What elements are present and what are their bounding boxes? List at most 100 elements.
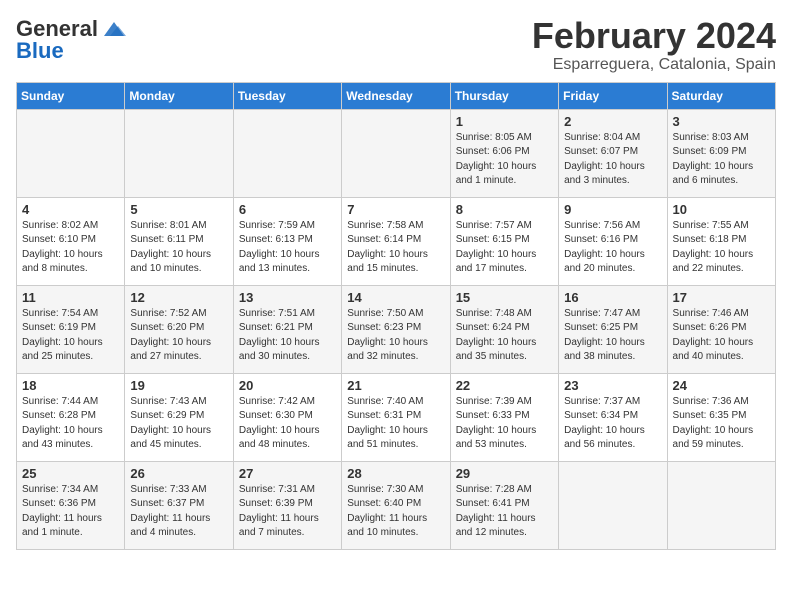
header-friday: Friday (559, 82, 667, 109)
day-info: Sunrise: 7:33 AM Sunset: 6:37 PM Dayligh… (130, 483, 227, 541)
day-info: Sunrise: 8:04 AM Sunset: 6:07 PM Dayligh… (564, 131, 661, 189)
day-info: Sunrise: 7:46 AM Sunset: 6:26 PM Dayligh… (673, 307, 770, 365)
calendar-cell: 13 Sunrise: 7:51 AM Sunset: 6:21 PM Dayli… (233, 285, 341, 373)
day-info: Sunrise: 7:57 AM Sunset: 6:15 PM Dayligh… (456, 219, 553, 277)
day-number: 24 (673, 378, 770, 393)
calendar-cell: 3 Sunrise: 8:03 AM Sunset: 6:09 PM Daylig… (667, 109, 775, 197)
day-info: Sunrise: 7:28 AM Sunset: 6:41 PM Dayligh… (456, 483, 553, 541)
calendar-week-row: 25 Sunrise: 7:34 AM Sunset: 6:36 PM Dayli… (17, 461, 776, 549)
day-number: 6 (239, 202, 336, 217)
day-info: Sunrise: 7:56 AM Sunset: 6:16 PM Dayligh… (564, 219, 661, 277)
day-number: 10 (673, 202, 770, 217)
header-thursday: Thursday (450, 82, 558, 109)
calendar-week-row: 11 Sunrise: 7:54 AM Sunset: 6:19 PM Dayli… (17, 285, 776, 373)
page-title: February 2024 (532, 16, 776, 56)
calendar-cell: 20 Sunrise: 7:42 AM Sunset: 6:30 PM Dayli… (233, 373, 341, 461)
calendar-cell: 5 Sunrise: 8:01 AM Sunset: 6:11 PM Daylig… (125, 197, 233, 285)
calendar-cell: 16Sunrise: 7:47 AM Sunset: 6:25 PM Dayli… (559, 285, 667, 373)
day-number: 17 (673, 290, 770, 305)
day-info: Sunrise: 7:37 AM Sunset: 6:34 PM Dayligh… (564, 395, 661, 453)
calendar-cell: 19 Sunrise: 7:43 AM Sunset: 6:29 PM Dayli… (125, 373, 233, 461)
day-number: 25 (22, 466, 119, 481)
calendar-cell: 12Sunrise: 7:52 AM Sunset: 6:20 PM Dayli… (125, 285, 233, 373)
day-number: 21 (347, 378, 444, 393)
calendar-cell: 18Sunrise: 7:44 AM Sunset: 6:28 PM Dayli… (17, 373, 125, 461)
day-number: 26 (130, 466, 227, 481)
title-block: February 2024 Esparreguera, Catalonia, S… (532, 16, 776, 74)
day-number: 2 (564, 114, 661, 129)
day-number: 27 (239, 466, 336, 481)
day-number: 16 (564, 290, 661, 305)
calendar-cell (667, 461, 775, 549)
day-number: 8 (456, 202, 553, 217)
calendar-cell: 2 Sunrise: 8:04 AM Sunset: 6:07 PM Daylig… (559, 109, 667, 197)
day-number: 13 (239, 290, 336, 305)
day-info: Sunrise: 7:50 AM Sunset: 6:23 PM Dayligh… (347, 307, 444, 365)
calendar-cell: 17 Sunrise: 7:46 AM Sunset: 6:26 PM Dayli… (667, 285, 775, 373)
day-number: 14 (347, 290, 444, 305)
page-header: General Blue February 2024 Esparreguera,… (16, 16, 776, 74)
day-number: 5 (130, 202, 227, 217)
day-info: Sunrise: 8:01 AM Sunset: 6:11 PM Dayligh… (130, 219, 227, 277)
day-info: Sunrise: 7:58 AM Sunset: 6:14 PM Dayligh… (347, 219, 444, 277)
day-info: Sunrise: 7:34 AM Sunset: 6:36 PM Dayligh… (22, 483, 119, 541)
calendar-cell: 15Sunrise: 7:48 AM Sunset: 6:24 PM Dayli… (450, 285, 558, 373)
calendar-cell: 14 Sunrise: 7:50 AM Sunset: 6:23 PM Dayli… (342, 285, 450, 373)
calendar-cell: 25 Sunrise: 7:34 AM Sunset: 6:36 PM Dayli… (17, 461, 125, 549)
day-number: 11 (22, 290, 119, 305)
day-info: Sunrise: 7:30 AM Sunset: 6:40 PM Dayligh… (347, 483, 444, 541)
day-info: Sunrise: 7:40 AM Sunset: 6:31 PM Dayligh… (347, 395, 444, 453)
logo-text-blue: Blue (16, 38, 64, 64)
day-number: 28 (347, 466, 444, 481)
day-info: Sunrise: 7:39 AM Sunset: 6:33 PM Dayligh… (456, 395, 553, 453)
day-number: 3 (673, 114, 770, 129)
day-number: 7 (347, 202, 444, 217)
calendar-cell: 23 Sunrise: 7:37 AM Sunset: 6:34 PM Dayli… (559, 373, 667, 461)
logo-icon (100, 18, 128, 40)
header-wednesday: Wednesday (342, 82, 450, 109)
calendar-cell: 11 Sunrise: 7:54 AM Sunset: 6:19 PM Dayli… (17, 285, 125, 373)
calendar-cell: 21 Sunrise: 7:40 AM Sunset: 6:31 PM Dayli… (342, 373, 450, 461)
calendar-cell: 4Sunrise: 8:02 AM Sunset: 6:10 PM Daylig… (17, 197, 125, 285)
day-info: Sunrise: 8:05 AM Sunset: 6:06 PM Dayligh… (456, 131, 553, 189)
calendar-cell: 6 Sunrise: 7:59 AM Sunset: 6:13 PM Daylig… (233, 197, 341, 285)
day-info: Sunrise: 7:59 AM Sunset: 6:13 PM Dayligh… (239, 219, 336, 277)
calendar-cell (233, 109, 341, 197)
day-info: Sunrise: 7:51 AM Sunset: 6:21 PM Dayligh… (239, 307, 336, 365)
calendar-table: SundayMondayTuesdayWednesdayThursdayFrid… (16, 82, 776, 550)
header-sunday: Sunday (17, 82, 125, 109)
page-subtitle: Esparreguera, Catalonia, Spain (532, 56, 776, 74)
calendar-cell: 29Sunrise: 7:28 AM Sunset: 6:41 PM Dayli… (450, 461, 558, 549)
calendar-cell (125, 109, 233, 197)
day-info: Sunrise: 7:36 AM Sunset: 6:35 PM Dayligh… (673, 395, 770, 453)
day-info: Sunrise: 7:52 AM Sunset: 6:20 PM Dayligh… (130, 307, 227, 365)
calendar-cell (559, 461, 667, 549)
day-info: Sunrise: 7:54 AM Sunset: 6:19 PM Dayligh… (22, 307, 119, 365)
day-number: 20 (239, 378, 336, 393)
day-number: 9 (564, 202, 661, 217)
day-number: 23 (564, 378, 661, 393)
header-monday: Monday (125, 82, 233, 109)
calendar-cell: 10Sunrise: 7:55 AM Sunset: 6:18 PM Dayli… (667, 197, 775, 285)
day-number: 22 (456, 378, 553, 393)
day-info: Sunrise: 7:43 AM Sunset: 6:29 PM Dayligh… (130, 395, 227, 453)
calendar-cell: 24 Sunrise: 7:36 AM Sunset: 6:35 PM Dayli… (667, 373, 775, 461)
day-info: Sunrise: 8:02 AM Sunset: 6:10 PM Dayligh… (22, 219, 119, 277)
calendar-cell: 9 Sunrise: 7:56 AM Sunset: 6:16 PM Daylig… (559, 197, 667, 285)
calendar-cell (17, 109, 125, 197)
calendar-cell (342, 109, 450, 197)
calendar-cell: 1Sunrise: 8:05 AM Sunset: 6:06 PM Daylig… (450, 109, 558, 197)
logo: General Blue (16, 16, 128, 64)
day-info: Sunrise: 8:03 AM Sunset: 6:09 PM Dayligh… (673, 131, 770, 189)
calendar-header-row: SundayMondayTuesdayWednesdayThursdayFrid… (17, 82, 776, 109)
calendar-cell: 22 Sunrise: 7:39 AM Sunset: 6:33 PM Dayli… (450, 373, 558, 461)
calendar-cell: 28 Sunrise: 7:30 AM Sunset: 6:40 PM Dayli… (342, 461, 450, 549)
day-info: Sunrise: 7:44 AM Sunset: 6:28 PM Dayligh… (22, 395, 119, 453)
header-saturday: Saturday (667, 82, 775, 109)
day-info: Sunrise: 7:42 AM Sunset: 6:30 PM Dayligh… (239, 395, 336, 453)
calendar-cell: 27Sunrise: 7:31 AM Sunset: 6:39 PM Dayli… (233, 461, 341, 549)
day-number: 15 (456, 290, 553, 305)
calendar-cell: 26 Sunrise: 7:33 AM Sunset: 6:37 PM Dayli… (125, 461, 233, 549)
day-number: 19 (130, 378, 227, 393)
calendar-cell: 8 Sunrise: 7:57 AM Sunset: 6:15 PM Daylig… (450, 197, 558, 285)
